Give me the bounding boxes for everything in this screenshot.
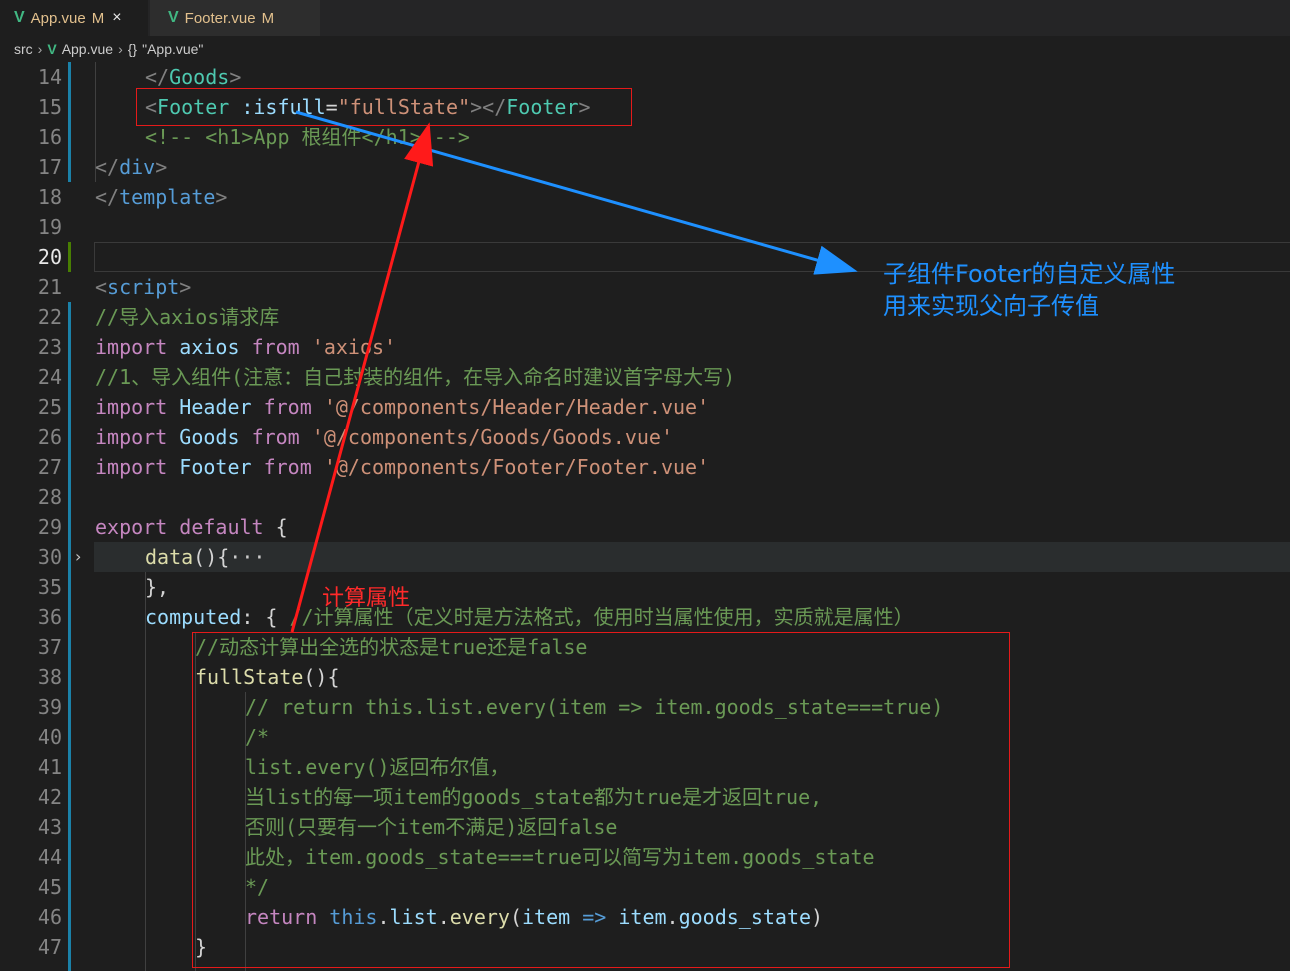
red-arrow	[290, 122, 434, 633]
annotation-note-line: 用来实现父向子传值	[883, 292, 1099, 320]
annotation-note-blue: 子组件Footer的自定义属性 用来实现父向子传值	[883, 258, 1175, 322]
annotation-note-red: 计算属性	[322, 586, 411, 611]
blue-arrow	[295, 110, 858, 275]
annotation-note-line: 子组件Footer的自定义属性	[883, 260, 1176, 288]
annotation-arrows	[290, 110, 858, 633]
